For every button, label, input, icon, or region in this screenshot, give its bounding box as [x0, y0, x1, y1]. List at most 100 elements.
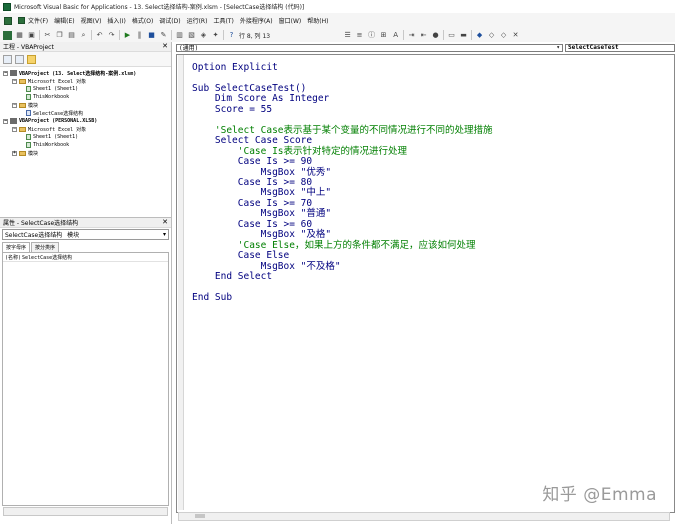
- menu-run[interactable]: 运行(R): [187, 16, 208, 25]
- tree-node-label: VBAProject (PERSONAL.XLSB): [19, 118, 98, 124]
- properties-window-icon[interactable]: ▧: [187, 31, 196, 40]
- parameter-info-icon[interactable]: ⊞: [379, 31, 388, 40]
- toggle-folders-button[interactable]: [27, 54, 36, 64]
- close-icon[interactable]: ✕: [162, 219, 168, 226]
- toggle-bookmark-icon[interactable]: ◆: [475, 31, 484, 40]
- design-mode-icon[interactable]: ✎: [159, 31, 168, 40]
- menu-edit[interactable]: 编辑(E): [54, 16, 74, 25]
- code-line[interactable]: End Sub: [192, 292, 232, 303]
- procedure-combo[interactable]: SelectCaseTest: [565, 43, 675, 52]
- uncomment-block-icon[interactable]: ▬: [459, 31, 468, 40]
- quick-info-icon[interactable]: ⓘ: [367, 31, 376, 40]
- tree-node-modules[interactable]: − 模块: [0, 101, 171, 109]
- object-combo[interactable]: (通用) ▾: [176, 43, 563, 52]
- code-line[interactable]: Dim Score As Integer: [192, 93, 329, 104]
- property-row[interactable]: (名称) SelectCase选择结构: [3, 253, 168, 262]
- copy-icon[interactable]: ❐: [55, 31, 64, 40]
- code-line[interactable]: MsgBox "中上": [192, 187, 331, 198]
- code-comment-line[interactable]: 'Select Case表示基于某个变量的不同情况进行不同的处理措施: [192, 125, 493, 136]
- help-icon[interactable]: ?: [227, 31, 236, 40]
- close-icon[interactable]: ✕: [162, 43, 168, 50]
- collapse-icon[interactable]: −: [12, 102, 17, 108]
- menu-insert[interactable]: 插入(I): [107, 16, 125, 25]
- indent-icon[interactable]: ⇥: [407, 31, 416, 40]
- prev-bookmark-icon[interactable]: ◇: [499, 31, 508, 40]
- reset-icon[interactable]: ■: [147, 31, 156, 40]
- code-editor[interactable]: Option Explicit Sub SelectCaseTest() Dim …: [192, 54, 662, 510]
- next-bookmark-icon[interactable]: ◇: [487, 31, 496, 40]
- break-icon[interactable]: ‖: [135, 31, 144, 40]
- list-constants-icon[interactable]: ≡: [355, 31, 364, 40]
- menu-format[interactable]: 格式(O): [132, 16, 153, 25]
- view-object-button[interactable]: [15, 54, 24, 64]
- object-browser-icon[interactable]: ◈: [199, 31, 208, 40]
- object-select[interactable]: SelectCase选择结构 模块 ▾: [2, 229, 169, 240]
- run-icon[interactable]: ▶: [123, 31, 132, 40]
- menu-addins[interactable]: 外接程序(A): [240, 16, 273, 25]
- tree-node-personal[interactable]: − VBAProject (PERSONAL.XLSB): [0, 117, 171, 125]
- comment-block-icon[interactable]: ▭: [447, 31, 456, 40]
- tree-node-selectcase-module[interactable]: SelectCase选择结构: [0, 109, 171, 117]
- code-line[interactable]: Select Case Score: [192, 135, 312, 146]
- menu-view[interactable]: 视图(V): [81, 16, 102, 25]
- tree-node-thisworkbook[interactable]: ThisWorkbook: [0, 93, 171, 101]
- code-line[interactable]: Case Is >= 90: [192, 156, 312, 167]
- menu-view-label: 视图(V): [80, 18, 102, 25]
- menu-debug[interactable]: 调试(D): [159, 16, 180, 25]
- tree-node-thisworkbook[interactable]: ThisWorkbook: [0, 141, 171, 149]
- code-line[interactable]: Score = 55: [192, 104, 272, 115]
- code-line[interactable]: MsgBox "不及格": [192, 261, 341, 272]
- tab-categorized[interactable]: 按分类序: [31, 242, 60, 252]
- code-line[interactable]: End Select: [192, 271, 272, 282]
- insert-userform-icon[interactable]: ▦: [15, 31, 24, 40]
- tree-node-modules[interactable]: + 模块: [0, 149, 171, 157]
- menu-help[interactable]: 帮助(H): [307, 16, 328, 25]
- tree-node-excel-objects[interactable]: − Microsoft Excel 对象: [0, 125, 171, 133]
- code-line[interactable]: Sub SelectCaseTest(): [192, 83, 306, 94]
- menu-file[interactable]: 文件(F): [18, 16, 48, 25]
- complete-word-icon[interactable]: A: [391, 31, 400, 40]
- undo-icon[interactable]: ↶: [95, 31, 104, 40]
- list-properties-icon[interactable]: ☰: [343, 31, 352, 40]
- excel-view-icon[interactable]: [3, 30, 12, 40]
- code-comment-line[interactable]: 'Case Is表示针对特定的情况进行处理: [192, 146, 407, 157]
- expand-icon[interactable]: +: [12, 150, 17, 156]
- tree-node-sheet1[interactable]: Sheet1 (Sheet1): [0, 133, 171, 141]
- code-line[interactable]: MsgBox "及格": [192, 229, 331, 240]
- toggle-breakpoint-icon[interactable]: ●: [431, 31, 440, 40]
- code-line[interactable]: Option Explicit: [192, 62, 278, 73]
- code-line[interactable]: MsgBox "普通": [192, 208, 331, 219]
- toolbox-icon[interactable]: ✦: [211, 31, 220, 40]
- property-value[interactable]: SelectCase选择结构: [22, 254, 72, 261]
- menu-window[interactable]: 窗口(W): [279, 16, 302, 25]
- save-icon[interactable]: ▣: [27, 31, 36, 40]
- collapse-icon[interactable]: −: [3, 70, 8, 76]
- tree-node-excel-objects[interactable]: − Microsoft Excel 对象: [0, 77, 171, 85]
- worksheet-icon: [26, 86, 31, 92]
- margin-indicator-bar[interactable]: [178, 55, 184, 510]
- tree-node-sheet1[interactable]: Sheet1 (Sheet1): [0, 85, 171, 93]
- excel-icon[interactable]: [4, 16, 12, 25]
- view-code-button[interactable]: [3, 54, 12, 64]
- tab-alphabetic[interactable]: 按字母序: [2, 242, 31, 252]
- code-comment-line[interactable]: 'Case Else，如果上方的条件都不满足，应该如何处理: [192, 240, 476, 251]
- code-line[interactable]: MsgBox "优秀": [192, 167, 331, 178]
- cut-icon[interactable]: ✂: [43, 31, 52, 40]
- horizontal-scrollbar[interactable]: [3, 507, 168, 516]
- tree-node-label: SelectCase选择结构: [33, 110, 84, 117]
- outdent-icon[interactable]: ⇤: [419, 31, 428, 40]
- tree-node-vbaproject[interactable]: − VBAProject (13. Select选择结构-案例.xlsm): [0, 69, 171, 77]
- collapse-icon[interactable]: −: [12, 78, 17, 84]
- horizontal-scrollbar[interactable]: [178, 512, 670, 521]
- menu-tools[interactable]: 工具(T): [213, 16, 233, 25]
- toolbar-separator: [471, 30, 473, 40]
- code-line[interactable]: Case Else: [192, 250, 289, 261]
- project-explorer-icon[interactable]: ▥: [175, 31, 184, 40]
- scrollbar-thumb[interactable]: [195, 514, 205, 518]
- paste-icon[interactable]: ▤: [67, 31, 76, 40]
- collapse-icon[interactable]: −: [3, 118, 8, 124]
- find-icon[interactable]: ⌕: [79, 31, 88, 40]
- redo-icon[interactable]: ↷: [107, 31, 116, 40]
- clear-bookmarks-icon[interactable]: ✕: [511, 31, 520, 40]
- collapse-icon[interactable]: −: [12, 126, 17, 132]
